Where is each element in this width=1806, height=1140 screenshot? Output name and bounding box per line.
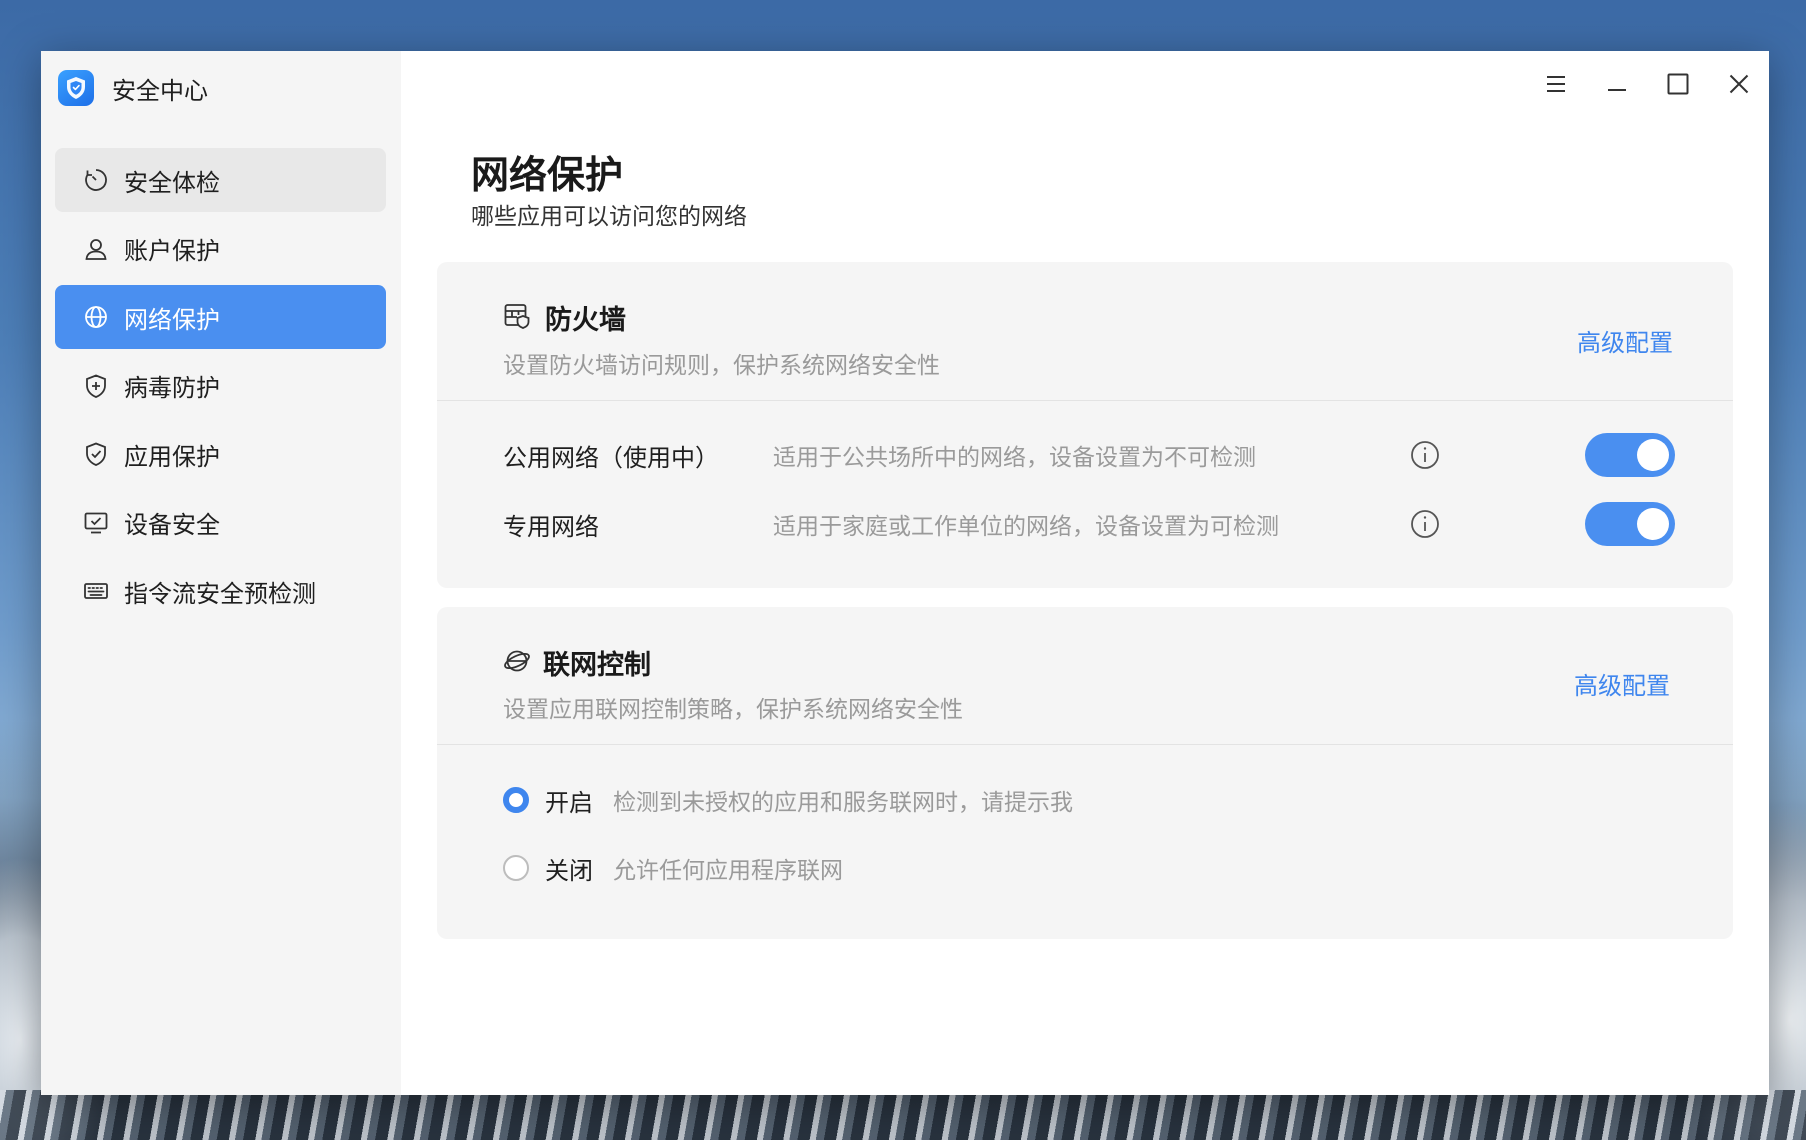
radio-on[interactable]: [503, 787, 529, 813]
private-network-toggle[interactable]: [1585, 502, 1675, 546]
radio-label: 关闭: [545, 856, 593, 885]
window-controls: [1525, 63, 1769, 109]
minimize-button[interactable]: [1586, 63, 1647, 109]
sidebar-item-label: 网络保护: [124, 305, 220, 334]
shield-check-icon: [82, 440, 110, 468]
close-icon: [1729, 74, 1749, 98]
app-title: 安全中心: [112, 76, 208, 105]
network-control-advanced-config-link[interactable]: 高级配置: [1574, 666, 1670, 701]
sidebar-item-label: 应用保护: [124, 442, 220, 471]
sidebar-item-app-protection[interactable]: 应用保护: [55, 422, 386, 486]
maximize-icon: [1667, 73, 1689, 99]
sidebar-item-label: 病毒防护: [124, 374, 220, 402]
maximize-button[interactable]: [1647, 63, 1708, 109]
radio-off[interactable]: [503, 855, 529, 881]
radio-desc: 检测到未授权的应用和服务联网时，请提示我: [613, 790, 1073, 816]
network-control-desc: 设置应用联网控制策略，保护系统网络安全性: [503, 697, 963, 723]
firewall-title-row: 防火墙: [503, 298, 626, 337]
main-content: 网络保护 哪些应用可以访问您的网络 防火墙 设置防火墙访问规则，保护系统网络安全…: [401, 51, 1769, 1095]
firewall-desc: 设置防火墙访问规则，保护系统网络安全性: [503, 353, 940, 379]
toggle-knob: [1637, 439, 1669, 471]
sidebar-item-command-precheck[interactable]: 指令流安全预检测: [55, 559, 386, 623]
monitor-check-icon: [82, 509, 110, 537]
network-control-card: 联网控制 设置应用联网控制策略，保护系统网络安全性 高级配置 开启 检测到未授权…: [437, 607, 1733, 939]
info-icon[interactable]: [1409, 508, 1441, 540]
firewall-card-header: 防火墙 设置防火墙访问规则，保护系统网络安全性 高级配置: [437, 262, 1733, 401]
shield-logo-icon: [58, 70, 94, 106]
network-control-title-row: 联网控制: [503, 643, 651, 682]
firewall-row-public: 公用网络（使用中） 适用于公共场所中的网络，设备设置为不可检测: [503, 432, 1675, 478]
close-button[interactable]: [1708, 63, 1769, 109]
sidebar-item-label: 安全体检: [124, 168, 220, 197]
firewall-row-private: 专用网络 适用于家庭或工作单位的网络，设备设置为可检测: [503, 501, 1675, 547]
sidebar-item-device-security[interactable]: 设备安全: [55, 491, 386, 555]
page-title: 网络保护: [471, 153, 624, 197]
sidebar-item-virus-protection[interactable]: 病毒防护: [55, 354, 386, 418]
firewall-row-name: 公用网络（使用中）: [503, 443, 719, 472]
sidebar-item-label: 指令流安全预检测: [124, 579, 316, 608]
firewall-row-desc: 适用于家庭或工作单位的网络，设备设置为可检测: [773, 514, 1279, 540]
public-network-toggle[interactable]: [1585, 433, 1675, 477]
firewall-advanced-config-link[interactable]: 高级配置: [1577, 323, 1673, 358]
security-center-window: 安全中心 安全体检 账户保护 网络保护 病毒防护 应用保护 设备安全 指令流安全…: [41, 51, 1769, 1095]
firewall-title: 防火墙: [545, 305, 626, 336]
firewall-card: 防火墙 设置防火墙访问规则，保护系统网络安全性 高级配置 公用网络（使用中） 适…: [437, 262, 1733, 588]
network-control-title: 联网控制: [543, 650, 651, 681]
toggle-knob: [1637, 508, 1669, 540]
network-control-card-header: 联网控制 设置应用联网控制策略，保护系统网络安全性 高级配置: [437, 607, 1733, 745]
sidebar: 安全中心 安全体检 账户保护 网络保护 病毒防护 应用保护 设备安全 指令流安全…: [41, 51, 401, 1095]
network-control-icon: [503, 647, 531, 679]
menu-icon: [1546, 75, 1566, 97]
sidebar-item-network-protection[interactable]: 网络保护: [55, 285, 386, 349]
firewall-row-desc: 适用于公共场所中的网络，设备设置为不可检测: [773, 445, 1256, 471]
app-title-row: 安全中心: [58, 68, 208, 108]
scan-icon: [82, 166, 110, 194]
radio-label: 开启: [545, 788, 593, 817]
sidebar-item-security-checkup[interactable]: 安全体检: [55, 148, 386, 212]
keyboard-icon: [82, 577, 110, 605]
network-control-option-on[interactable]: 开启 检测到未授权的应用和服务联网时，请提示我: [503, 780, 1073, 820]
firewall-row-name: 专用网络: [503, 512, 599, 541]
radio-desc: 允许任何应用程序联网: [613, 858, 843, 884]
firewall-icon: [503, 302, 531, 334]
network-control-option-off[interactable]: 关闭 允许任何应用程序联网: [503, 848, 843, 888]
sidebar-item-account-protection[interactable]: 账户保护: [55, 217, 386, 281]
sidebar-item-label: 账户保护: [124, 237, 220, 265]
sidebar-nav: 安全体检 账户保护 网络保护 病毒防护 应用保护 设备安全 指令流安全预检测: [55, 148, 386, 628]
sidebar-item-label: 设备安全: [124, 511, 220, 539]
wallpaper-ridge: [0, 1090, 1806, 1140]
shield-plus-icon: [82, 372, 110, 400]
menu-button[interactable]: [1525, 63, 1586, 109]
user-icon: [82, 235, 110, 263]
info-icon[interactable]: [1409, 439, 1441, 471]
globe-icon: [82, 303, 110, 331]
minimize-icon: [1607, 77, 1627, 96]
page-subtitle: 哪些应用可以访问您的网络: [471, 204, 747, 230]
